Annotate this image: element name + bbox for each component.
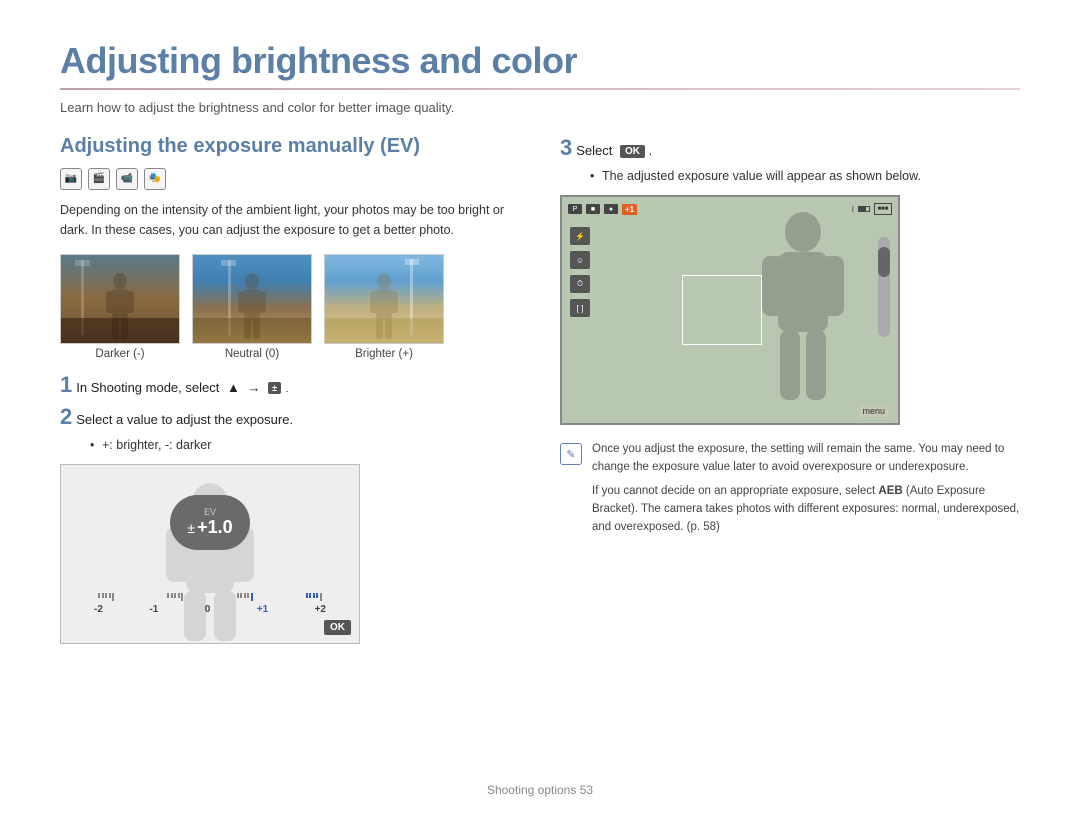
- ok-button[interactable]: OK: [324, 620, 351, 635]
- mode-icon-video2: 📹: [116, 168, 138, 190]
- lcd-memory-indicator: ■■■: [874, 203, 892, 215]
- step2-row: 2 Select a value to adjust the exposure.: [60, 404, 520, 430]
- note-line-2: If you cannot decide on an appropriate e…: [592, 483, 1020, 536]
- exposure-icon: ±: [268, 382, 281, 394]
- lcd-icon-timer: ⏱: [570, 275, 590, 293]
- photo-brighter: Brighter (+): [324, 254, 444, 360]
- ev-scale-plus1: +1: [257, 604, 268, 615]
- note-line-1: Once you adjust the exposure, the settin…: [592, 441, 1020, 477]
- ev-ticks-group-2: [167, 593, 183, 601]
- lcd-bottom-menu-label: menu: [859, 405, 888, 417]
- ev-circle-dial: EV ± +1.0: [170, 495, 250, 550]
- lcd-icon-face: ☺: [570, 251, 590, 269]
- lcd-icon-flash: ⚡: [570, 227, 590, 245]
- lcd-icon3: ●: [604, 204, 618, 214]
- photo-darker-label: Darker (-): [95, 348, 144, 360]
- ev-ticks-group-4: [306, 593, 322, 601]
- photo-brighter-label: Brighter (+): [355, 348, 413, 360]
- step3-bullet: The adjusted exposure value will appear …: [588, 167, 1020, 186]
- step3-row: 3 Select OK .: [560, 135, 1020, 161]
- note-icon: ✎: [560, 443, 582, 465]
- mode-icon-video1: 🎬: [88, 168, 110, 190]
- lcd-scroll-thumb: [878, 247, 890, 277]
- lcd-camera-mode-icon: P: [568, 204, 582, 214]
- photo-neutral-image: [192, 254, 312, 344]
- ev-label-text: EV: [204, 507, 216, 517]
- description-paragraph: Depending on the intensity of the ambien…: [60, 200, 520, 240]
- page-subtitle: Learn how to adjust the brightness and c…: [60, 100, 1020, 115]
- ev-scale-plus2: +2: [315, 604, 326, 615]
- aeb-bold: AEB: [878, 485, 902, 497]
- ev-scale-minus2: -2: [94, 604, 103, 615]
- lcd-right-indicators: I ■■■: [852, 203, 892, 215]
- step3-text: Select OK .: [576, 143, 652, 158]
- triangle-icon: ▲: [227, 380, 240, 395]
- step2-bullet: +: brighter, -: darker: [88, 436, 520, 455]
- photo-brighter-image: [324, 254, 444, 344]
- page-container: Adjusting brightness and color Learn how…: [0, 0, 1080, 674]
- lcd-icon2: ■: [586, 204, 600, 214]
- photo-neutral-label: Neutral (0): [225, 348, 279, 360]
- step1-text: In Shooting mode, select ▲ → ± .: [76, 380, 288, 395]
- ev-ticks-group-1: [98, 593, 114, 601]
- arrow-icon: →: [247, 380, 260, 395]
- photo-neutral: Neutral (0): [192, 254, 312, 360]
- lcd-ev-indicator: +1: [622, 204, 637, 215]
- step2-text: Select a value to adjust the exposure.: [76, 412, 293, 427]
- lcd-bar-indicator: I: [852, 205, 854, 214]
- ev-scale-numbers: -2 -1 0 +1 +2: [90, 604, 330, 615]
- section-heading: Adjusting the exposure manually (EV): [60, 135, 520, 158]
- lcd-battery-icon: [858, 206, 870, 212]
- photo-darker-image: [60, 254, 180, 344]
- lcd-person-silhouette: [758, 212, 848, 402]
- lcd-icon-bracket: [ ]: [570, 299, 590, 317]
- step2-number: 2: [60, 404, 72, 430]
- exposure-photos-row: Darker (-): [60, 254, 520, 360]
- lcd-focus-box: [682, 275, 762, 345]
- lcd-right-scrollbar: [878, 237, 890, 337]
- step1-row: 1 In Shooting mode, select ▲ → ± .: [60, 372, 520, 398]
- lcd-battery-group: [858, 206, 870, 212]
- ev-scale-container: -2 -1 0 +1 +2: [90, 593, 330, 615]
- ev-icon: ±: [187, 520, 195, 536]
- ev-ticks-group-3: [237, 593, 253, 601]
- photo-darker: Darker (-): [60, 254, 180, 360]
- title-divider: [60, 88, 1020, 90]
- left-column: Adjusting the exposure manually (EV) 📷 🎬…: [60, 135, 520, 645]
- mode-icons-row: 📷 🎬 📹 🎭: [60, 168, 520, 190]
- right-column: 3 Select OK . The adjusted exposure valu…: [560, 135, 1020, 645]
- page-footer: Shooting options 53: [0, 783, 1080, 797]
- ev-value-display: ± +1.0: [187, 517, 232, 538]
- mode-icon-scene: 🎭: [144, 168, 166, 190]
- ev-scale-minus1: -1: [149, 604, 158, 615]
- note-box: ✎ Once you adjust the exposure, the sett…: [560, 441, 1020, 536]
- lcd-battery-fill: [859, 207, 866, 211]
- step1-number: 1: [60, 372, 72, 398]
- ev-scale-zero: 0: [205, 604, 211, 615]
- step3-ok-label: OK: [620, 145, 645, 158]
- ev-dial-box: EV ± +1.0: [60, 464, 360, 644]
- page-title: Adjusting brightness and color: [60, 40, 1020, 82]
- lcd-left-icons: ⚡ ☺ ⏱ [ ]: [570, 227, 590, 317]
- step3-number: 3: [560, 135, 572, 161]
- two-column-layout: Adjusting the exposure manually (EV) 📷 🎬…: [60, 135, 1020, 645]
- ev-value-text: +1.0: [197, 517, 233, 538]
- camera-lcd-screen: P ■ ● +1 I ■■■: [560, 195, 900, 425]
- note-text-container: Once you adjust the exposure, the settin…: [592, 441, 1020, 536]
- mode-icon-camera: 📷: [60, 168, 82, 190]
- ev-ticks-row: [90, 593, 330, 601]
